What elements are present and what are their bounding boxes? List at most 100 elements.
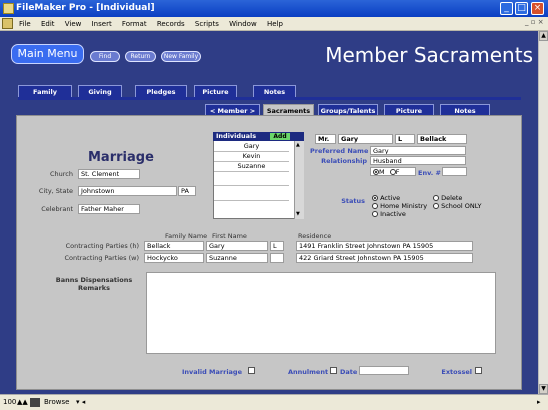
first-name-field[interactable]: Gary [338, 134, 393, 144]
gender-selector: M F [370, 167, 416, 176]
status-active-radio[interactable] [372, 195, 378, 201]
status-bar: 100 ▲▲ Browse ▾ ◂ ▸ [0, 394, 548, 410]
new-family-button[interactable]: New Family [161, 51, 201, 62]
find-button[interactable]: Find [90, 51, 120, 62]
tab-member-label: Member [217, 107, 248, 115]
middle-initial-field[interactable]: L [395, 134, 415, 144]
tab-strip-divider [18, 97, 521, 100]
church-field[interactable]: St. Clement [78, 169, 140, 179]
residence-header: Residence [298, 232, 332, 240]
doc-window-controls[interactable]: _ ▫ × [525, 18, 544, 26]
main-menu-button[interactable]: Main Menu [11, 44, 84, 64]
wife-family-name-field[interactable]: Hockycko [144, 253, 204, 263]
celebrant-label: Celebrant [41, 205, 73, 213]
menu-window[interactable]: Window [225, 17, 261, 31]
date-label: Date [340, 368, 358, 376]
menu-bar: File Edit View Insert Format Records Scr… [0, 17, 548, 31]
mode-dropdown-icon[interactable]: ▾ ◂ [76, 397, 85, 408]
menu-file[interactable]: File [15, 17, 35, 31]
prefix-field[interactable]: Mr. [315, 134, 336, 144]
list-divider [214, 171, 289, 172]
status-school-only-label: School ONLY [441, 202, 482, 210]
invalid-marriage-checkbox[interactable] [248, 367, 255, 374]
status-home-ministry-radio[interactable] [372, 203, 378, 209]
status-options: Active Home Ministry Inactive [372, 194, 427, 218]
scroll-down-icon[interactable]: ▼ [539, 384, 548, 394]
list-scrollbar[interactable] [294, 141, 304, 219]
annulment-checkbox[interactable] [330, 367, 337, 374]
page-title: Member Sacraments [325, 43, 533, 67]
zoom-level[interactable]: 100 [3, 397, 16, 408]
menu-scripts[interactable]: Scripts [191, 17, 223, 31]
scroll-right-icon[interactable]: ▸ [537, 397, 541, 408]
remarks-field[interactable] [146, 272, 496, 354]
status-active-label: Active [380, 194, 401, 202]
env-number-field[interactable] [442, 167, 467, 176]
window-title-bar: FileMaker Pro - [Individual] [0, 0, 548, 17]
return-button[interactable]: Return [125, 51, 156, 62]
extossel-checkbox[interactable] [475, 367, 482, 374]
family-name-header: Family Name [165, 232, 208, 240]
status-school-only-radio[interactable] [433, 203, 439, 209]
prev-arrow-icon[interactable]: < [210, 107, 218, 115]
city-field[interactable]: Johnstown [78, 186, 177, 196]
status-delete-label: Delete [441, 194, 463, 202]
menu-edit[interactable]: Edit [37, 17, 59, 31]
scroll-up-arrow-icon[interactable]: ▲ [296, 142, 300, 148]
minimize-button[interactable]: _ [500, 2, 513, 15]
extossel-label: Extossel [441, 368, 472, 376]
menu-insert[interactable]: Insert [88, 17, 116, 31]
menu-view[interactable]: View [61, 17, 86, 31]
list-item[interactable]: Suzanne [214, 162, 289, 171]
remarks-label: Remarks [78, 284, 110, 292]
close-button[interactable]: × [531, 2, 544, 15]
status-delete-radio[interactable] [433, 195, 439, 201]
menu-records[interactable]: Records [153, 17, 189, 31]
husband-residence-field[interactable]: 1491 Franklin Street Johnstown PA 15905 [296, 241, 473, 251]
last-name-field[interactable]: Bellack [417, 134, 467, 144]
add-individual-button[interactable]: Add [270, 133, 290, 140]
celebrant-field[interactable]: Father Maher [78, 204, 140, 214]
zoom-controls-icon[interactable]: ▲▲ [17, 397, 28, 408]
wife-first-name-field[interactable]: Suzanne [206, 253, 268, 263]
husband-mi-field[interactable]: L [270, 241, 284, 251]
status-inactive-label: Inactive [380, 210, 406, 218]
status-home-ministry-label: Home Ministry [380, 202, 428, 210]
preferred-name-label: Preferred Name [310, 147, 369, 155]
state-field[interactable]: PA [178, 186, 196, 196]
husband-family-name-field[interactable]: Bellack [144, 241, 204, 251]
document-icon [2, 18, 13, 29]
annulment-date-field[interactable] [359, 366, 409, 375]
status-area-toggle-icon[interactable] [30, 398, 40, 407]
menu-format[interactable]: Format [118, 17, 151, 31]
individuals-header: Individuals [213, 132, 304, 141]
maximize-button[interactable]: □ [515, 2, 528, 15]
church-label: Church [49, 170, 73, 178]
gender-f-label: F [395, 168, 400, 176]
section-title: Marriage [88, 150, 154, 165]
relationship-field[interactable]: Husband [370, 156, 466, 165]
scroll-down-arrow-icon[interactable]: ▼ [296, 211, 300, 217]
banns-dispensations-label: Banns Dispensations [55, 276, 133, 284]
preferred-name-field[interactable]: Gary [370, 146, 466, 155]
gender-m-label: M [379, 168, 385, 176]
list-item[interactable]: Kevin [214, 152, 289, 161]
filemaker-app-icon [3, 3, 14, 14]
list-divider [214, 185, 289, 186]
contracting-parties-h-label: Contracting Parties (h) [65, 242, 139, 250]
status-label: Status [341, 197, 365, 205]
list-item[interactable]: Gary [214, 142, 289, 151]
list-divider [214, 200, 289, 201]
mode-label[interactable]: Browse [44, 397, 70, 408]
wife-mi-field[interactable] [270, 253, 284, 263]
annulment-label: Annulment [288, 368, 329, 376]
husband-first-name-field[interactable]: Gary [206, 241, 268, 251]
menu-help[interactable]: Help [263, 17, 287, 31]
relationship-label: Relationship [321, 157, 367, 165]
status-inactive-radio[interactable] [372, 211, 378, 217]
vertical-scrollbar[interactable]: ▲ ▼ [538, 31, 548, 394]
env-number-label: Env. # [418, 169, 441, 177]
wife-residence-field[interactable]: 422 Griard Street Johnstown PA 15905 [296, 253, 473, 263]
scroll-up-icon[interactable]: ▲ [539, 31, 548, 41]
next-arrow-icon[interactable]: > [247, 107, 255, 115]
